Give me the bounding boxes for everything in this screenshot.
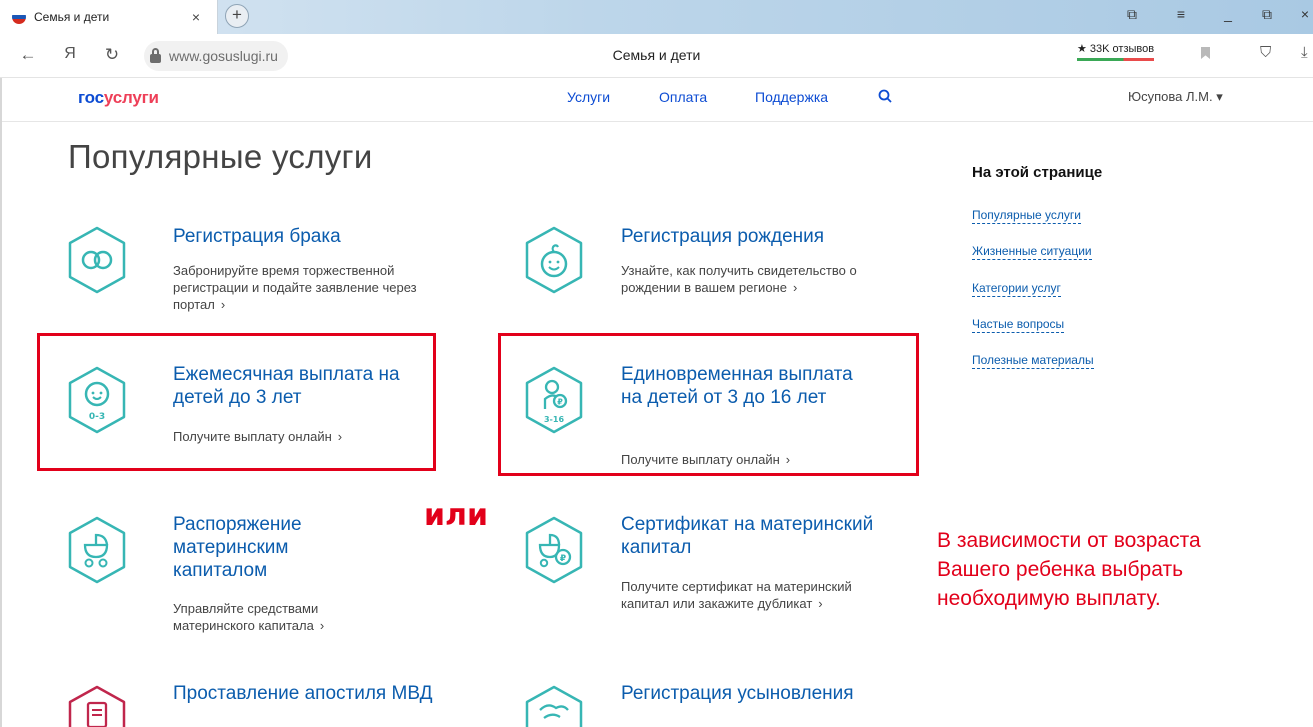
russia-flag-icon: [12, 10, 26, 24]
highlight-box-monthly: [37, 333, 436, 471]
service-title-apostille[interactable]: Проставление апостиля МВД: [173, 682, 453, 705]
service-title-marriage[interactable]: Регистрация брака: [173, 225, 463, 248]
service-desc-marriage: Забронируйте время торжественной регистр…: [173, 262, 421, 313]
document-icon[interactable]: [66, 684, 128, 727]
sidebar-link-popular[interactable]: Популярные услуги: [972, 208, 1081, 224]
service-title-capital-certificate[interactable]: Сертификат на материнский капитал: [621, 513, 901, 559]
search-icon[interactable]: [878, 89, 892, 103]
download-icon[interactable]: ⤓: [1301, 44, 1308, 61]
sidebar-link-categories[interactable]: Категории услуг: [972, 281, 1061, 297]
tab-close-icon[interactable]: ×: [188, 9, 204, 25]
protect-icon[interactable]: ⛉: [1260, 44, 1271, 61]
stroller-icon[interactable]: [66, 515, 128, 585]
chevron-right-icon: ›: [220, 297, 226, 312]
service-title-birth[interactable]: Регистрация рождения: [621, 225, 921, 248]
desc-text: Управляйте средствами материнского капит…: [173, 601, 319, 633]
address-bar: ← Я ↻ www.gosuslugi.ru Семья и дети ★ 33…: [0, 34, 1313, 78]
svg-text:₽: ₽: [560, 554, 566, 564]
nav-support[interactable]: Поддержка: [755, 89, 828, 105]
annotation-note: В зависимости от возраста Вашего ребенка…: [937, 526, 1201, 613]
user-menu[interactable]: Юсупова Л.М. ▾: [1128, 89, 1223, 105]
annotation-or: или: [424, 498, 489, 533]
logo-part-uslugi: услуги: [103, 88, 159, 107]
service-desc-capital-certificate: Получите сертификат на материнский капит…: [621, 578, 886, 612]
sidebar-link-faq[interactable]: Частые вопросы: [972, 317, 1065, 333]
section-heading: Популярные услуги: [68, 138, 373, 175]
sidebar-link-life-situations[interactable]: Жизненные ситуации: [972, 244, 1092, 260]
stroller-coin-icon[interactable]: ₽: [523, 515, 585, 585]
service-desc-birth: Узнайте, как получить свидетельство о ро…: [621, 262, 861, 296]
nav-services[interactable]: Услуги: [567, 89, 610, 105]
maximize-button[interactable]: ⧉: [1258, 6, 1276, 23]
note-line: В зависимости от возраста: [937, 529, 1201, 552]
gosuslugi-logo[interactable]: госуслуги: [78, 88, 159, 108]
desc-text: Получите сертификат на материнский капит…: [621, 579, 852, 611]
baby-face-icon[interactable]: [523, 225, 585, 295]
service-title-capital-disposal[interactable]: Распоряжение материнским капиталом: [173, 513, 373, 582]
close-window-button[interactable]: ×: [1296, 6, 1313, 22]
note-line: необходимую выплату.: [937, 587, 1161, 610]
on-this-page-title: На этой странице: [972, 164, 1103, 181]
minimize-button[interactable]: _: [1219, 6, 1237, 22]
logo-part-gos: гос: [78, 88, 104, 107]
window-restore-icon[interactable]: ⧉: [1123, 6, 1141, 23]
note-line: Вашего ребенка выбрать: [937, 558, 1184, 581]
chevron-right-icon: ›: [792, 280, 798, 295]
browser-tab-bar: Семья и дети × + ⧉ ≡ _ ⧉ ×: [0, 0, 1313, 34]
desc-text: Узнайте, как получить свидетельство о ро…: [621, 263, 857, 295]
hands-icon[interactable]: [523, 684, 585, 727]
reviews-badge[interactable]: ★ 33K отзывов: [1077, 42, 1155, 61]
new-tab-button[interactable]: +: [225, 4, 249, 28]
tab-title: Семья и дети: [34, 10, 110, 24]
service-desc-capital-disposal: Управляйте средствами материнского капит…: [173, 600, 373, 634]
page-border: [0, 78, 2, 727]
nav-payment[interactable]: Оплата: [659, 89, 707, 105]
menu-icon[interactable]: ≡: [1172, 6, 1190, 22]
rings-icon[interactable]: [66, 225, 128, 295]
highlight-box-one-time: [498, 333, 919, 476]
site-header: госуслуги Услуги Оплата Поддержка Юсупов…: [0, 78, 1313, 122]
browser-tab[interactable]: Семья и дети ×: [0, 0, 218, 34]
desc-text: Забронируйте время торжественной регистр…: [173, 263, 417, 312]
sidebar-link-materials[interactable]: Полезные материалы: [972, 353, 1094, 369]
chevron-right-icon: ›: [319, 618, 325, 633]
chevron-right-icon: ›: [818, 596, 823, 611]
service-title-adoption[interactable]: Регистрация усыновления: [621, 682, 881, 705]
